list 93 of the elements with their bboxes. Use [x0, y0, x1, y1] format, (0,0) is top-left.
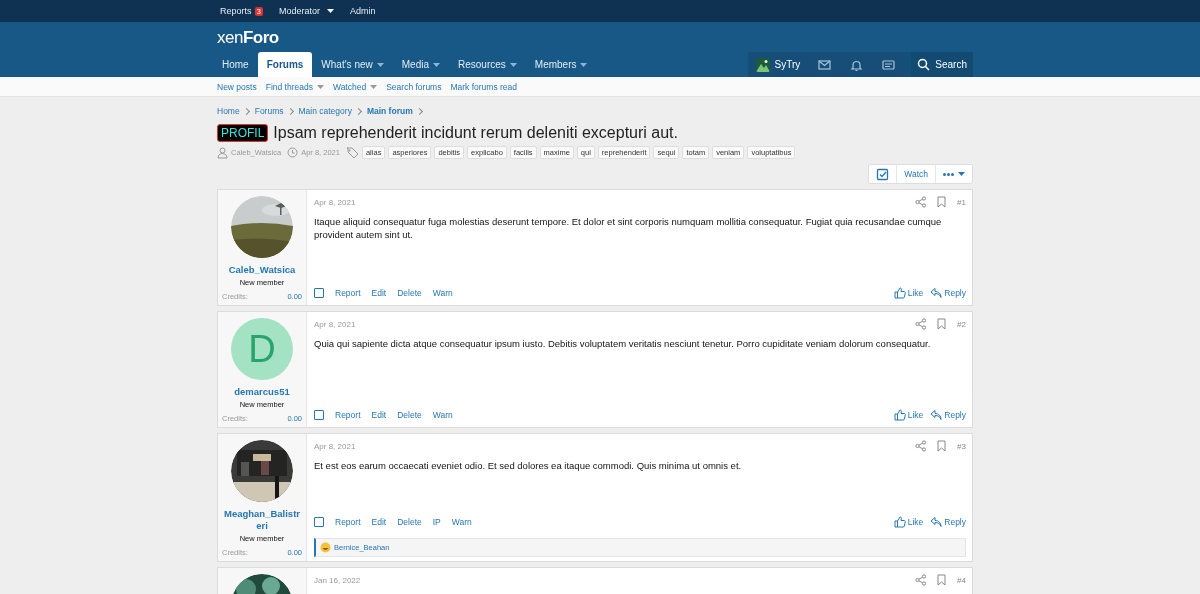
breadcrumb-link[interactable]: Home: [217, 106, 240, 116]
post-action-link[interactable]: Delete: [397, 410, 422, 420]
dots-icon: [943, 172, 954, 176]
bookmark-icon[interactable]: [936, 440, 948, 452]
nav-tab[interactable]: Home: [213, 52, 258, 77]
reply-link[interactable]: Reply: [930, 287, 966, 299]
reply-icon: [930, 409, 943, 421]
post-action-link[interactable]: Delete: [397, 517, 422, 527]
share-icon[interactable]: [915, 574, 927, 586]
post-action-link[interactable]: Report: [335, 517, 361, 527]
post-date[interactable]: Apr 8, 2021: [314, 441, 356, 451]
user-icon: [217, 146, 228, 159]
breadcrumb-link[interactable]: Main forum: [366, 106, 413, 116]
nav-tab[interactable]: Forums: [257, 52, 313, 77]
post-action-link[interactable]: Edit: [371, 410, 387, 420]
search-button[interactable]: Search: [911, 52, 973, 77]
username: SyTry: [774, 59, 801, 70]
share-icon[interactable]: [915, 440, 927, 452]
thread-prefix-label[interactable]: PROFIL: [217, 124, 269, 142]
select-checkbox[interactable]: [314, 517, 324, 527]
thumbs-up-icon: [893, 516, 906, 528]
share-icon[interactable]: [915, 196, 927, 208]
reply-icon: [930, 516, 943, 528]
sub-nav-link[interactable]: Find threads: [265, 81, 324, 92]
caret-icon: [958, 172, 965, 176]
caret-icon: [509, 62, 517, 67]
post-action-link[interactable]: Delete: [397, 288, 422, 298]
thumbs-up-icon: [893, 409, 906, 421]
nav-tab[interactable]: What's new: [312, 52, 393, 77]
post-action-link[interactable]: Edit: [371, 517, 387, 527]
bookmark-icon[interactable]: [936, 574, 948, 586]
caret-icon: [370, 84, 378, 89]
caret-icon: [376, 62, 384, 67]
staff-link[interactable]: Moderator: [270, 6, 342, 16]
caret-icon: [316, 84, 324, 89]
like-link[interactable]: Like: [893, 409, 924, 421]
sub-nav-link[interactable]: Search forums: [386, 81, 442, 92]
post-text: Et est eos earum occaecati eveniet odio. Et sed dolores ea itaque commodi. Quis minima ut omnis et.: [314, 459, 743, 473]
post-number[interactable]: #2: [957, 319, 966, 329]
staff-link[interactable]: Admin: [342, 6, 384, 16]
post-action-link[interactable]: Warn: [451, 517, 472, 527]
select-checkbox[interactable]: [314, 410, 324, 420]
post-action-link[interactable]: Warn: [432, 288, 453, 298]
tag-icon: [345, 146, 359, 159]
caret-icon: [433, 62, 440, 67]
checkbox-icon: [876, 167, 890, 181]
emoji-icon: [320, 542, 331, 553]
site-logo[interactable]: xenForo: [217, 22, 279, 52]
post-action-link[interactable]: Report: [335, 288, 361, 298]
post-date[interactable]: Apr 8, 2021: [314, 197, 356, 207]
thread-title: Ipsam reprehenderit incidunt rerum deleniti excepturi aut.: [273, 124, 678, 142]
post-date[interactable]: Jan 16, 2022: [314, 575, 361, 585]
reply-link[interactable]: Reply: [930, 409, 966, 421]
username-link[interactable]: demarcus51: [234, 386, 290, 398]
post-number[interactable]: #4: [957, 575, 966, 585]
nav-tab[interactable]: Media: [392, 52, 449, 77]
nav-tab[interactable]: Resources: [449, 52, 526, 77]
bell-icon[interactable]: [850, 58, 864, 71]
envelope-icon[interactable]: [818, 58, 832, 71]
bookmark-icon[interactable]: [936, 318, 948, 330]
post-text: Itaque aliquid consequatur fuga molestias deserunt tempore. Et dolor et sint corporis numquam mollitia consequatur. Fugiat quia recusandae cumque provident autem sint ut.: [314, 215, 943, 242]
sub-nav-link[interactable]: Watched: [332, 81, 378, 92]
username-link[interactable]: Caleb_Watsica: [228, 264, 296, 276]
post-text: Quia qui sapiente dicta atque consequatur ipsum iusto. Debitis voluptatem veritatis nesciunt tenetur. Porro cupiditate veniam dolorum consequatur.: [314, 337, 932, 351]
post-date[interactable]: Apr 8, 2021: [314, 319, 356, 329]
reply-link[interactable]: Reply: [930, 516, 966, 528]
like-link[interactable]: Like: [893, 287, 924, 299]
post-action-link[interactable]: Report: [335, 410, 361, 420]
breadcrumb-link[interactable]: Forums: [254, 106, 284, 116]
post-number[interactable]: #1: [957, 197, 966, 207]
search-icon: [917, 58, 931, 71]
clock-icon: [287, 147, 299, 158]
post-action-link[interactable]: Warn: [432, 410, 453, 420]
username-link[interactable]: Meaghan_Balistreri: [222, 508, 302, 532]
post-action-link[interactable]: IP: [432, 517, 441, 527]
reply-icon: [930, 287, 943, 299]
count-badge: 3: [254, 6, 263, 16]
breadcrumb-link[interactable]: Main category: [298, 106, 352, 116]
post-number[interactable]: #3: [957, 441, 966, 451]
caret-icon: [580, 62, 588, 67]
share-icon[interactable]: [915, 318, 927, 330]
select-checkbox[interactable]: [314, 288, 324, 298]
thumbs-up-icon: [893, 287, 906, 299]
staff-link[interactable]: Reports 3: [212, 6, 271, 16]
card-icon[interactable]: [882, 58, 896, 71]
like-link[interactable]: Like: [893, 516, 924, 528]
post-action-link[interactable]: Edit: [371, 288, 387, 298]
bookmark-icon[interactable]: [936, 196, 948, 208]
sub-nav-link[interactable]: Mark forums read: [450, 81, 518, 92]
caret-icon: [327, 9, 334, 13]
sub-nav-link[interactable]: New posts: [217, 81, 257, 92]
watch-button[interactable]: Watch: [896, 165, 935, 183]
nav-tab[interactable]: Members: [525, 52, 597, 77]
